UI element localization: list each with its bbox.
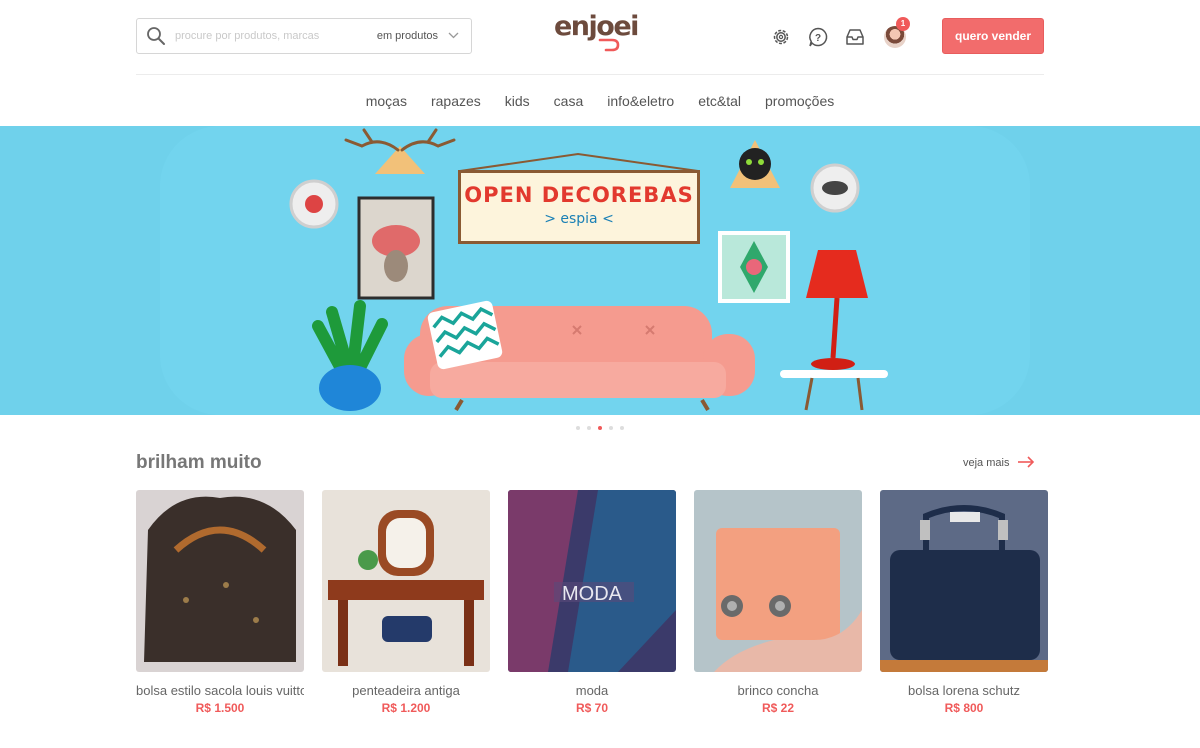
see-more-link[interactable]: veja mais <box>963 452 1035 474</box>
search-icon[interactable] <box>137 19 175 53</box>
nav-item-casa[interactable]: casa <box>554 86 584 116</box>
product-price: R$ 800 <box>944 701 984 715</box>
nav-item-promocoes[interactable]: promoções <box>765 86 834 116</box>
chevron-down-icon <box>448 30 459 42</box>
product-image[interactable] <box>322 490 490 672</box>
carousel-dot[interactable] <box>587 426 591 430</box>
product-name[interactable]: brinco concha <box>694 683 862 698</box>
help-icon[interactable]: ? <box>807 26 829 48</box>
product-name[interactable]: bolsa estilo sacola louis vuitton <box>136 683 304 698</box>
nav-item-kids[interactable]: kids <box>505 86 530 116</box>
header-divider <box>136 74 1044 75</box>
carousel-dot[interactable] <box>620 426 624 430</box>
nav-item-info-eletro[interactable]: info&eletro <box>607 86 674 116</box>
search-input[interactable] <box>175 21 377 51</box>
carousel-dots <box>0 426 1200 430</box>
search-bar: em produtos <box>136 18 472 54</box>
product-card[interactable]: MODA moda R$ 70 <box>508 490 676 720</box>
section-title: brilham muito <box>136 452 262 473</box>
notification-badge: 1 <box>896 17 910 31</box>
inbox-icon[interactable] <box>844 26 866 48</box>
see-more-label: veja mais <box>963 457 1010 469</box>
nav-item-mocas[interactable]: moças <box>366 86 407 116</box>
product-card[interactable]: bolsa estilo sacola louis vuitton R$ 1.5… <box>136 490 304 720</box>
product-name[interactable]: bolsa lorena schutz <box>880 683 1048 698</box>
carousel-dot-active[interactable] <box>598 426 602 430</box>
search-scope-label: em produtos <box>376 30 438 42</box>
product-image[interactable] <box>880 490 1048 672</box>
product-image[interactable] <box>136 490 304 672</box>
product-price: R$ 1.200 <box>381 701 431 715</box>
product-name[interactable]: moda <box>508 683 676 698</box>
banner-subtitle[interactable]: > espia < <box>461 211 697 227</box>
sell-button[interactable]: quero vender <box>942 18 1044 54</box>
carousel-dot[interactable] <box>576 426 580 430</box>
banner-sign: OPEN DECOREBAS > espia < <box>458 170 700 244</box>
product-price: R$ 1.500 <box>195 701 245 715</box>
banner-title: OPEN DECOREBAS <box>464 183 694 207</box>
svg-text:?: ? <box>815 33 821 44</box>
product-list: bolsa estilo sacola louis vuitton R$ 1.5… <box>136 490 1048 720</box>
nav-item-etc-tal[interactable]: etc&tal <box>698 86 741 116</box>
category-nav: moças rapazes kids casa info&eletro etc&… <box>0 86 1200 116</box>
carousel-dot[interactable] <box>609 426 613 430</box>
product-price: R$ 70 <box>575 701 609 715</box>
logo[interactable]: enjoei <box>554 10 639 56</box>
svg-text:MODA: MODA <box>562 583 623 605</box>
nav-item-rapazes[interactable]: rapazes <box>431 86 481 116</box>
arrow-right-icon <box>1017 455 1035 471</box>
promo-banner[interactable]: OPEN DECOREBAS > espia < <box>0 126 1200 415</box>
search-scope-select[interactable]: em produtos <box>377 30 471 42</box>
product-price: R$ 22 <box>761 701 795 715</box>
gear-icon[interactable] <box>770 26 792 48</box>
product-image[interactable]: MODA <box>508 490 676 672</box>
product-name[interactable]: penteadeira antiga <box>322 683 490 698</box>
product-card[interactable]: brinco concha R$ 22 <box>694 490 862 720</box>
product-image[interactable] <box>694 490 862 672</box>
logo-mark-icon <box>598 38 620 52</box>
product-card[interactable]: bolsa lorena schutz R$ 800 <box>880 490 1048 720</box>
product-card[interactable]: penteadeira antiga R$ 1.200 <box>322 490 490 720</box>
